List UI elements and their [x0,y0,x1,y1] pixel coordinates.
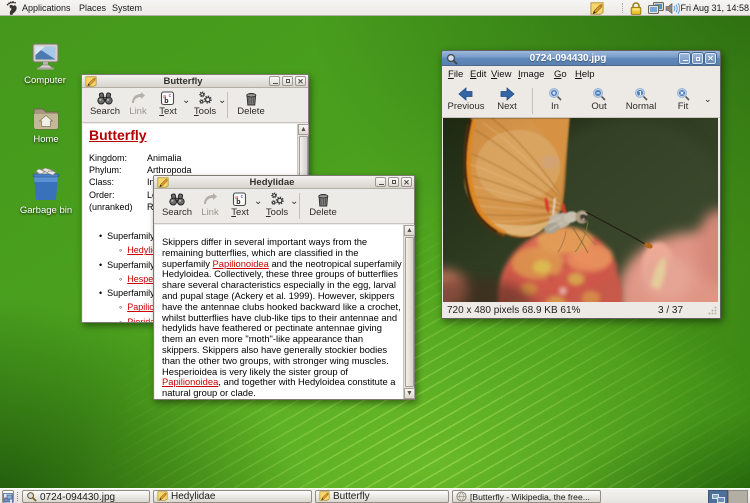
svg-text:b: b [236,199,240,206]
svg-text:b: b [164,98,168,105]
svg-text:1: 1 [638,90,642,97]
